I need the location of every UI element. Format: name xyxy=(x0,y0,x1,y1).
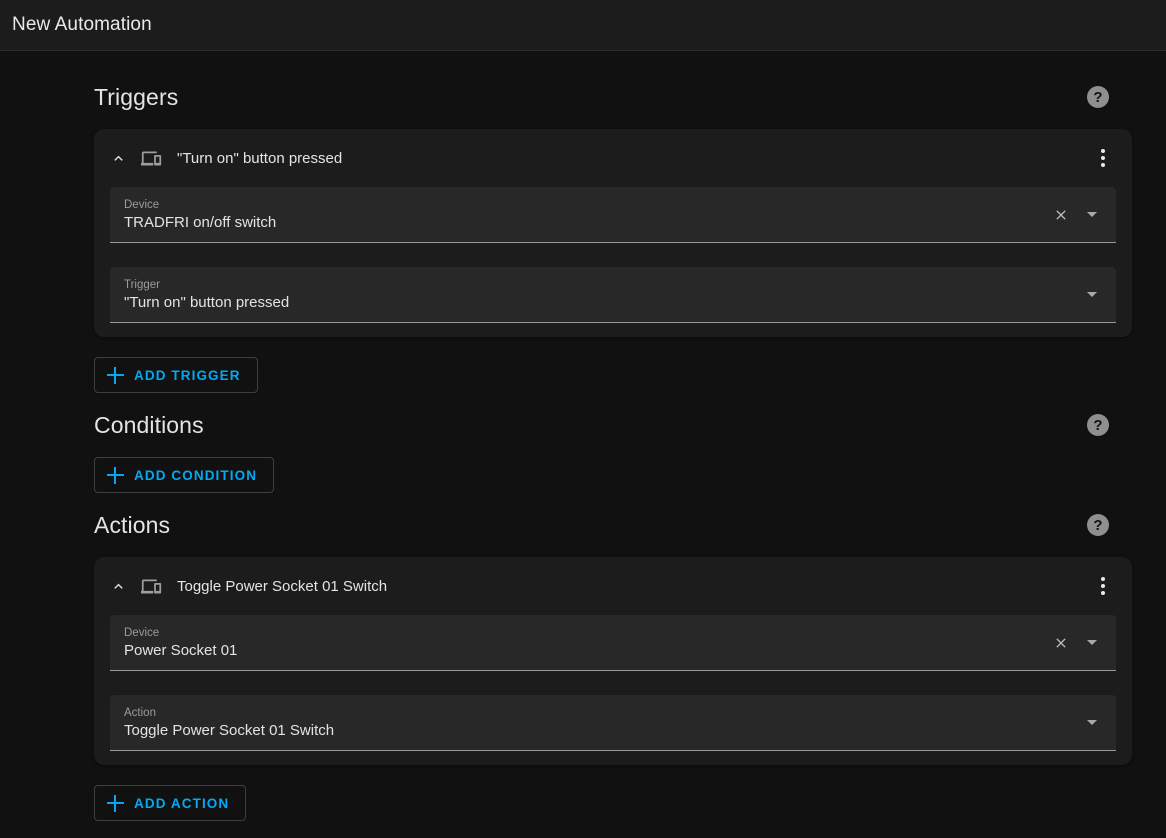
triggers-section-header: Triggers ? xyxy=(94,77,1134,117)
actions-section-header: Actions ? xyxy=(94,505,1134,545)
trigger-card-header[interactable]: "Turn on" button pressed xyxy=(94,129,1132,187)
help-circle-icon[interactable]: ? xyxy=(1087,414,1109,436)
devices-icon xyxy=(138,145,164,171)
dot xyxy=(1101,577,1105,581)
trigger-card-title: "Turn on" button pressed xyxy=(177,149,343,167)
action-device-label: Device xyxy=(124,626,160,639)
actions-heading: Actions xyxy=(94,511,171,538)
plus-icon xyxy=(107,466,124,484)
field-texts: Action Toggle Power Socket 01 Switch xyxy=(124,706,1078,740)
dot xyxy=(1101,156,1105,160)
action-type-field[interactable]: Action Toggle Power Socket 01 Switch xyxy=(110,695,1116,751)
triggers-heading: Triggers xyxy=(94,83,179,110)
help-circle-icon[interactable]: ? xyxy=(1087,86,1109,108)
dots-vertical-icon[interactable] xyxy=(1088,141,1118,175)
dot xyxy=(1101,584,1105,588)
dot xyxy=(1101,149,1105,153)
automation-editor-content: Triggers ? "Turn on" button pressed Devi… xyxy=(0,51,1166,838)
chevron-down-icon[interactable] xyxy=(1078,200,1106,230)
trigger-device-value: TRADFRI on/off switch xyxy=(124,213,277,231)
chevron-up-icon[interactable] xyxy=(104,572,132,600)
conditions-section-header: Conditions ? xyxy=(94,405,1134,445)
add-trigger-button[interactable]: ADD TRIGGER xyxy=(94,357,258,393)
chevron-down-icon[interactable] xyxy=(1078,628,1106,658)
dots-vertical-icon[interactable] xyxy=(1088,569,1118,603)
action-type-label: Action xyxy=(124,706,156,719)
add-action-button[interactable]: ADD ACTION xyxy=(94,785,247,821)
trigger-card: "Turn on" button pressed Device TRADFRI … xyxy=(94,129,1132,337)
trigger-type-value: "Turn on" button pressed xyxy=(124,293,290,311)
chevron-up-icon[interactable] xyxy=(104,144,132,172)
plus-icon xyxy=(107,366,124,384)
field-texts: Device TRADFRI on/off switch xyxy=(124,198,1046,232)
plus-icon xyxy=(107,794,124,812)
action-card-header[interactable]: Toggle Power Socket 01 Switch xyxy=(94,557,1132,615)
add-condition-label: ADD CONDITION xyxy=(134,467,258,483)
action-type-value: Toggle Power Socket 01 Switch xyxy=(124,721,335,739)
field-texts: Trigger "Turn on" button pressed xyxy=(124,278,1078,312)
close-icon[interactable] xyxy=(1046,200,1076,230)
trigger-card-body: Device TRADFRI on/off switch Trigger "Tu… xyxy=(94,187,1132,337)
close-icon[interactable] xyxy=(1046,628,1076,658)
help-circle-icon[interactable]: ? xyxy=(1087,514,1109,536)
field-texts: Device Power Socket 01 xyxy=(124,626,1046,660)
action-device-value: Power Socket 01 xyxy=(124,641,238,659)
add-action-label: ADD ACTION xyxy=(134,795,230,811)
add-condition-button[interactable]: ADD CONDITION xyxy=(94,457,275,493)
editor-column: Triggers ? "Turn on" button pressed Devi… xyxy=(94,51,1134,821)
conditions-heading: Conditions xyxy=(94,411,204,438)
devices-icon xyxy=(138,573,164,599)
dot xyxy=(1101,163,1105,167)
chevron-down-icon[interactable] xyxy=(1078,280,1106,310)
trigger-type-field[interactable]: Trigger "Turn on" button pressed xyxy=(110,267,1116,323)
action-card: Toggle Power Socket 01 Switch Device Pow… xyxy=(94,557,1132,765)
trigger-device-field[interactable]: Device TRADFRI on/off switch xyxy=(110,187,1116,243)
trigger-device-label: Device xyxy=(124,198,160,211)
trigger-type-label: Trigger xyxy=(124,278,160,291)
app-toolbar: New Automation xyxy=(0,0,1166,51)
action-card-title: Toggle Power Socket 01 Switch xyxy=(177,577,388,595)
page-title: New Automation xyxy=(12,14,152,35)
action-device-field[interactable]: Device Power Socket 01 xyxy=(110,615,1116,671)
add-trigger-label: ADD TRIGGER xyxy=(134,367,241,383)
action-card-body: Device Power Socket 01 Action Toggle Pow… xyxy=(94,615,1132,765)
dot xyxy=(1101,591,1105,595)
chevron-down-icon[interactable] xyxy=(1078,708,1106,738)
